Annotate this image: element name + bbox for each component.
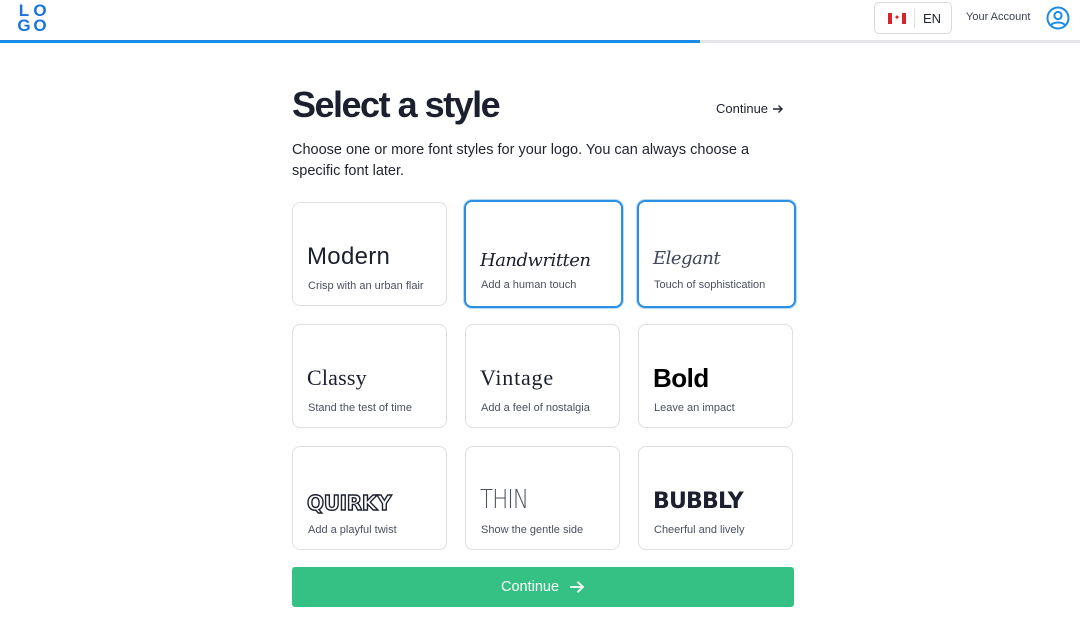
progress-bar — [0, 40, 1080, 43]
style-description: Leave an impact — [654, 402, 735, 414]
language-selector[interactable]: ✦ EN — [874, 2, 952, 34]
style-description: Add a playful twist — [308, 524, 397, 536]
logo-letter: G — [17, 16, 30, 35]
arrow-right-icon — [773, 104, 784, 113]
style-card-classy[interactable]: Classy Stand the test of time — [292, 324, 447, 428]
language-code: EN — [923, 10, 942, 26]
style-card-handwritten[interactable]: Handwritten Add a human touch — [464, 200, 623, 308]
account-link[interactable]: Your Account — [966, 11, 1030, 23]
style-name: QUIRKY — [306, 490, 392, 515]
arrow-right-icon — [570, 581, 585, 593]
style-description: Stand the test of time — [308, 402, 412, 414]
continue-button[interactable]: Continue — [292, 567, 794, 607]
style-name: Classy — [307, 365, 367, 390]
style-description: Add a human touch — [481, 279, 577, 291]
style-card-bubbly[interactable]: BUBBLY Cheerful and lively — [638, 446, 793, 550]
style-description: Add a feel of nostalgia — [481, 402, 590, 414]
top-continue-label: Continue — [716, 101, 769, 116]
top-bar: L O G O ✦ EN Your Account — [0, 0, 1080, 40]
style-name: Modern — [307, 243, 391, 270]
style-description: Crisp with an urban flair — [308, 280, 424, 292]
style-card-quirky[interactable]: QUIRKY Add a playful twist — [292, 446, 447, 550]
style-description: Touch of sophistication — [654, 279, 766, 291]
style-name: Handwritten — [480, 250, 591, 271]
logo[interactable]: L O G O — [16, 2, 48, 35]
style-name: Bold — [653, 363, 709, 393]
page-subtitle: Choose one or more font styles for your … — [292, 142, 750, 179]
style-description: Show the gentle side — [481, 524, 584, 536]
user-avatar-icon[interactable] — [1046, 6, 1070, 30]
style-card-modern[interactable]: Modern Crisp with an urban flair — [292, 202, 447, 306]
style-card-bold[interactable]: Bold Leave an impact — [638, 324, 793, 428]
continue-button-label: Continue — [500, 579, 560, 595]
style-description: Cheerful and lively — [654, 524, 745, 536]
logo-letter: O — [33, 16, 46, 35]
canada-flag-icon: ✦ — [888, 12, 906, 24]
style-card-thin[interactable]: THIN Show the gentle side — [465, 446, 620, 550]
style-name: BUBBLY — [653, 489, 744, 514]
top-continue-link[interactable]: Continue — [716, 101, 784, 116]
language-divider — [914, 8, 915, 28]
style-name: Elegant — [653, 248, 721, 269]
style-name: Vintage — [480, 365, 554, 390]
style-card-elegant[interactable]: Elegant Touch of sophistication — [637, 200, 796, 308]
style-card-vintage[interactable]: Vintage Add a feel of nostalgia — [465, 324, 620, 428]
style-name: THIN — [480, 485, 529, 515]
page-title: Select a style — [292, 84, 501, 125]
progress-fill — [0, 40, 700, 43]
